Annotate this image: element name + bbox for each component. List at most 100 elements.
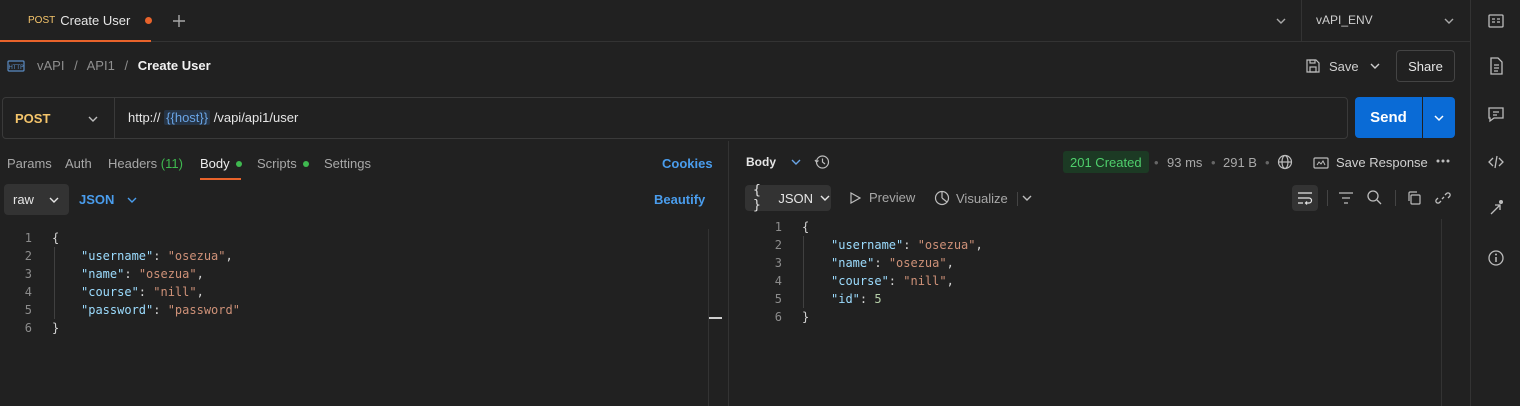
line-number: 2 <box>774 238 782 252</box>
url-variable[interactable]: {{host}} <box>164 110 211 125</box>
env-divider <box>1301 0 1302 42</box>
network-globe-icon[interactable] <box>1277 154 1293 170</box>
line-number: 1 <box>24 231 32 245</box>
code-line: 1{ <box>762 218 1438 236</box>
visualize-label: Visualize <box>956 190 1008 206</box>
env-chevron-down-icon[interactable] <box>1443 16 1455 26</box>
code-text: "id": 5 <box>831 292 882 306</box>
visualize-button[interactable]: Visualize <box>934 190 1008 206</box>
url-path: /vapi/api1/user <box>213 110 299 125</box>
environment-select[interactable]: vAPI_ENV <box>1316 13 1373 27</box>
http-request-icon: HTTP <box>7 57 25 75</box>
line-number: 5 <box>774 292 782 306</box>
send-button[interactable]: Send <box>1355 97 1422 138</box>
cookies-link[interactable]: Cookies <box>662 156 713 171</box>
chevron-down-icon <box>126 195 138 205</box>
share-button[interactable]: Share <box>1396 50 1455 82</box>
body-mode-select[interactable]: raw <box>4 184 69 215</box>
info-icon[interactable] <box>1486 248 1506 268</box>
line-number: 1 <box>774 220 782 234</box>
wrap-lines-button[interactable] <box>1292 185 1318 211</box>
link-icon[interactable] <box>1435 190 1451 206</box>
copy-icon[interactable] <box>1406 190 1422 206</box>
braces-icon: { } <box>753 183 761 213</box>
history-icon[interactable] <box>814 154 830 170</box>
tab-auth[interactable]: Auth <box>65 156 92 171</box>
breadcrumb-separator: / <box>124 58 129 73</box>
response-scrollbar[interactable] <box>1441 219 1455 406</box>
method-chevron-down-icon[interactable] <box>87 114 99 124</box>
search-icon[interactable] <box>1366 189 1382 205</box>
code-text: { <box>802 220 810 234</box>
tab-create-user[interactable]: POST Create User <box>0 0 152 42</box>
filter-icon[interactable] <box>1338 190 1354 206</box>
toolbar-divider <box>1395 190 1396 206</box>
url-divider <box>114 98 115 138</box>
tab-bar: POST Create User vAPI_ENV <box>0 0 1470 42</box>
scroll-thumb[interactable] <box>709 317 722 319</box>
tab-body[interactable]: Body <box>200 156 242 171</box>
line-number: 3 <box>774 256 782 270</box>
save-label: Save <box>1329 58 1359 74</box>
tab-headers[interactable]: Headers (11) <box>108 156 183 171</box>
tabs-dropdown-icon[interactable] <box>1275 16 1287 26</box>
more-options-icon[interactable] <box>1435 158 1451 164</box>
breadcrumb: vAPI / API1 / Create User <box>37 58 211 73</box>
response-size[interactable]: 291 B <box>1223 155 1257 170</box>
request-body-editor[interactable]: 1{2 "username": "osezua", 3 "name": "osezua… <box>12 229 706 406</box>
line-number: 6 <box>24 321 32 335</box>
save-options-chevron-icon[interactable] <box>1369 61 1381 71</box>
response-format-select[interactable]: { } JSON <box>745 183 831 213</box>
send-options-button[interactable] <box>1423 97 1455 138</box>
method-select[interactable]: POST <box>15 111 50 126</box>
tab-method: POST <box>28 14 56 26</box>
response-body-select[interactable]: Body <box>746 155 802 169</box>
save-button[interactable]: Save <box>1305 55 1359 77</box>
unsaved-dot <box>145 17 152 24</box>
breadcrumb-folder[interactable]: API1 <box>87 58 115 73</box>
url-input[interactable]: http:// {{host}} /vapi/api1/user <box>128 110 298 125</box>
new-tab-icon[interactable] <box>172 14 186 28</box>
headers-count: (11) <box>160 156 183 171</box>
status-badge[interactable]: 201 Created <box>1063 151 1149 173</box>
save-response-button[interactable]: Save Response <box>1313 155 1428 170</box>
response-format-label: JSON <box>778 190 813 206</box>
comments-icon[interactable] <box>1486 104 1506 124</box>
tab-scripts[interactable]: Scripts <box>257 156 309 171</box>
visualize-chevron-down-icon[interactable] <box>1021 193 1033 203</box>
documentation-icon[interactable] <box>1486 56 1506 76</box>
chevron-down-icon <box>790 157 802 167</box>
breadcrumb-current[interactable]: Create User <box>138 58 211 73</box>
tab-settings[interactable]: Settings <box>324 156 371 171</box>
body-language-select[interactable]: JSON <box>79 192 138 207</box>
active-tab-underline <box>200 178 241 180</box>
play-icon <box>849 191 861 204</box>
line-number: 5 <box>24 303 32 317</box>
related-collections-icon[interactable] <box>1486 199 1506 219</box>
indent-guide <box>803 236 804 308</box>
code-line: 3 "name": "osezua", <box>12 265 706 283</box>
tab-params[interactable]: Params <box>7 156 52 171</box>
breadcrumb-workspace[interactable]: vAPI <box>37 58 64 73</box>
scripts-indicator-dot <box>302 160 309 167</box>
visualize-icon <box>934 190 950 206</box>
environment-quick-look-icon[interactable] <box>1486 11 1506 31</box>
preview-label: Preview <box>869 190 916 205</box>
svg-text:HTTP: HTTP <box>8 64 24 71</box>
code-icon[interactable] <box>1486 152 1506 172</box>
breadcrumb-separator: / <box>74 58 78 73</box>
meta-separator: • <box>1211 155 1216 170</box>
code-line: 5 "password": "password" <box>12 301 706 319</box>
preview-button[interactable]: Preview <box>849 190 915 205</box>
editor-scrollbar[interactable] <box>708 229 722 406</box>
url-prefix: http:// <box>128 110 161 125</box>
right-sidebar <box>1470 0 1520 406</box>
code-line: 2 "username": "osezua", <box>762 236 1438 254</box>
code-text: "username": "osezua", <box>81 249 233 263</box>
code-line: 3 "name": "osezua", <box>762 254 1438 272</box>
beautify-button[interactable]: Beautify <box>654 192 705 207</box>
response-body-viewer[interactable]: 1{2 "username": "osezua", 3 "name": "osezua… <box>762 218 1438 406</box>
response-time[interactable]: 93 ms <box>1167 155 1202 170</box>
pane-divider[interactable] <box>728 141 729 406</box>
code-text: "name": "osezua", <box>831 256 954 270</box>
